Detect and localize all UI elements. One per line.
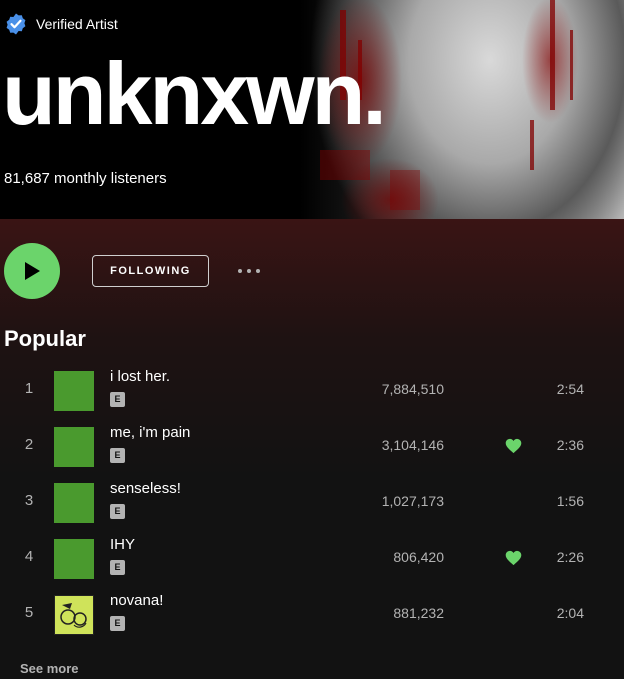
track-duration: 1:56	[556, 493, 584, 509]
artist-name: unknxwn.	[2, 44, 387, 143]
explicit-badge: E	[110, 392, 125, 407]
track-title[interactable]: IHY	[110, 536, 135, 553]
track-rank: 2	[24, 436, 34, 453]
track-row[interactable]: 1 i lost her. E 7,884,510 2:54	[0, 363, 624, 419]
track-cover	[54, 539, 94, 579]
track-row[interactable]: 2 me, i'm pain E 3,104,146 2:36	[0, 419, 624, 475]
following-button[interactable]: FOLLOWING	[92, 255, 209, 287]
track-duration: 2:26	[556, 549, 584, 565]
see-more-link[interactable]: See more	[20, 661, 79, 676]
track-row[interactable]: 4 IHY E 806,420 2:26	[0, 531, 624, 587]
track-play-count: 7,884,510	[381, 381, 444, 397]
track-play-count: 881,232	[393, 605, 444, 621]
explicit-badge: E	[110, 560, 125, 575]
track-duration: 2:04	[556, 605, 584, 621]
track-rank: 3	[24, 492, 34, 509]
more-options-button[interactable]	[232, 259, 266, 283]
track-cover	[54, 371, 94, 411]
explicit-badge: E	[110, 504, 125, 519]
liked-heart-icon[interactable]	[505, 438, 522, 454]
track-rank: 4	[24, 548, 34, 565]
verified-artist-label: Verified Artist	[36, 16, 118, 32]
track-row[interactable]: 3 senseless! E 1,027,173 1:56	[0, 475, 624, 531]
more-options-icon	[238, 269, 242, 273]
track-title[interactable]: novana!	[110, 592, 163, 609]
track-row[interactable]: 5 novana! E 881,232 2:04	[0, 587, 624, 643]
track-title[interactable]: i lost her.	[110, 368, 170, 385]
track-cover	[53, 594, 95, 636]
track-rank: 1	[24, 380, 34, 397]
track-rank: 5	[24, 604, 34, 621]
track-cover	[54, 427, 94, 467]
artist-header: Verified Artist unknxwn. 81,687 monthly …	[0, 0, 624, 219]
album-art-novana	[53, 594, 95, 636]
verified-artist-badge: Verified Artist	[4, 12, 118, 36]
track-duration: 2:36	[556, 437, 584, 453]
track-play-count: 806,420	[393, 549, 444, 565]
track-title[interactable]: senseless!	[110, 480, 181, 497]
track-play-count: 1,027,173	[381, 493, 444, 509]
track-duration: 2:54	[556, 381, 584, 397]
track-cover	[54, 483, 94, 523]
explicit-badge: E	[110, 616, 125, 631]
track-play-count: 3,104,146	[381, 437, 444, 453]
popular-section-title: Popular	[4, 326, 86, 351]
play-icon	[25, 262, 40, 280]
verified-icon	[6, 13, 26, 35]
monthly-listeners: 81,687 monthly listeners	[4, 170, 167, 187]
play-button[interactable]	[4, 243, 60, 299]
explicit-badge: E	[110, 448, 125, 463]
liked-heart-icon[interactable]	[505, 550, 522, 566]
track-title[interactable]: me, i'm pain	[110, 424, 190, 441]
